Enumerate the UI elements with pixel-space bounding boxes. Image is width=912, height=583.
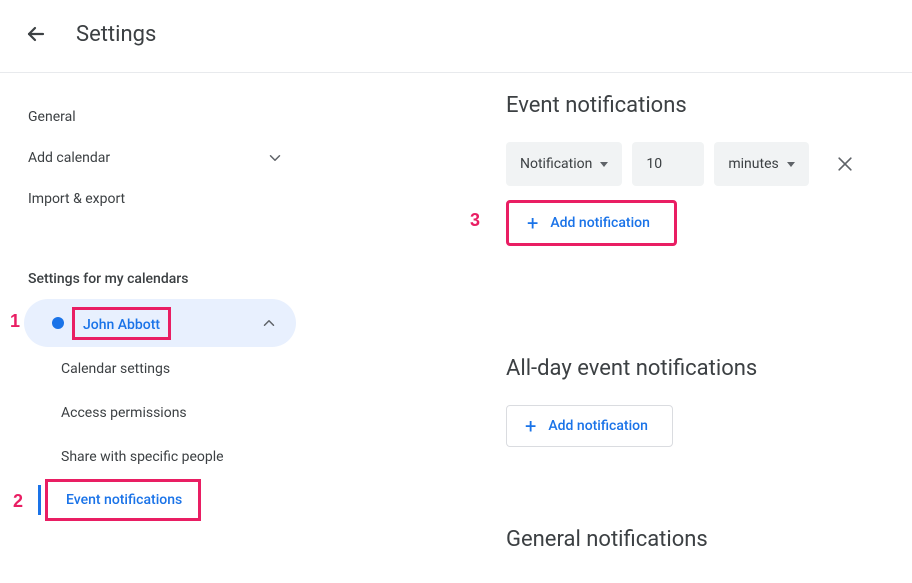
section-title-event-notifications: Event notifications xyxy=(506,93,912,118)
plus-icon: + xyxy=(527,213,538,233)
add-notification-button[interactable]: + Add notification xyxy=(506,200,677,246)
back-button[interactable] xyxy=(16,14,56,54)
notification-value-input[interactable] xyxy=(632,142,704,186)
sub-item-calendar-settings[interactable]: Calendar settings xyxy=(39,347,300,391)
caret-down-icon xyxy=(787,162,795,167)
sub-item-label: Event notifications xyxy=(66,492,182,508)
callout-1: 1 xyxy=(10,311,20,332)
chevron-down-icon xyxy=(266,149,284,167)
remove-notification-button[interactable] xyxy=(827,146,863,182)
section-title-allday-notifications: All-day event notifications xyxy=(506,356,912,381)
caret-down-icon xyxy=(600,162,608,167)
add-allday-notification-button[interactable]: + Add notification xyxy=(506,405,673,447)
sub-item-event-notifications[interactable]: 2 Event notifications xyxy=(39,479,300,521)
add-notification-label: Add notification xyxy=(548,418,648,434)
sidebar-item-general[interactable]: General xyxy=(0,97,300,137)
sub-item-label: Calendar settings xyxy=(61,361,170,377)
notification-unit-select[interactable]: minutes xyxy=(714,142,808,186)
nav-label: Add calendar xyxy=(28,150,110,166)
close-icon xyxy=(835,154,855,174)
calendar-name: John Abbott xyxy=(83,317,160,333)
sidebar-item-import-export[interactable]: Import & export xyxy=(0,179,300,219)
page-title: Settings xyxy=(76,22,156,47)
select-value: Notification xyxy=(520,156,592,172)
active-indicator xyxy=(38,485,41,515)
callout-frame-1: John Abbott xyxy=(72,307,171,340)
sub-item-share-with-people[interactable]: Share with specific people xyxy=(39,435,300,479)
section-title-general-notifications: General notifications xyxy=(506,527,912,552)
callout-2: 2 xyxy=(13,491,23,512)
sub-item-access-permissions[interactable]: Access permissions xyxy=(39,391,300,435)
sub-item-label: Share with specific people xyxy=(61,449,224,465)
calendar-color-dot xyxy=(52,317,64,329)
sidebar-calendar-item[interactable]: John Abbott xyxy=(24,299,296,347)
arrow-left-icon xyxy=(24,22,48,46)
callout-3: 3 xyxy=(470,210,480,231)
add-notification-label: Add notification xyxy=(550,215,650,231)
notification-row: Notification minutes xyxy=(506,142,912,186)
sub-item-label: Access permissions xyxy=(61,405,187,421)
nav-label: General xyxy=(28,109,76,125)
sidebar: General Add calendar Import & export Set… xyxy=(0,73,300,576)
sidebar-item-add-calendar[interactable]: Add calendar xyxy=(0,137,300,179)
plus-icon: + xyxy=(525,416,536,436)
notification-type-select[interactable]: Notification xyxy=(506,142,622,186)
main-content: Event notifications Notification minutes… xyxy=(300,73,912,576)
chevron-up-icon xyxy=(260,314,278,332)
select-value: minutes xyxy=(728,156,778,172)
nav-label: Import & export xyxy=(28,191,125,207)
callout-frame-2: Event notifications xyxy=(45,479,201,521)
sidebar-section-heading: Settings for my calendars xyxy=(0,259,300,299)
